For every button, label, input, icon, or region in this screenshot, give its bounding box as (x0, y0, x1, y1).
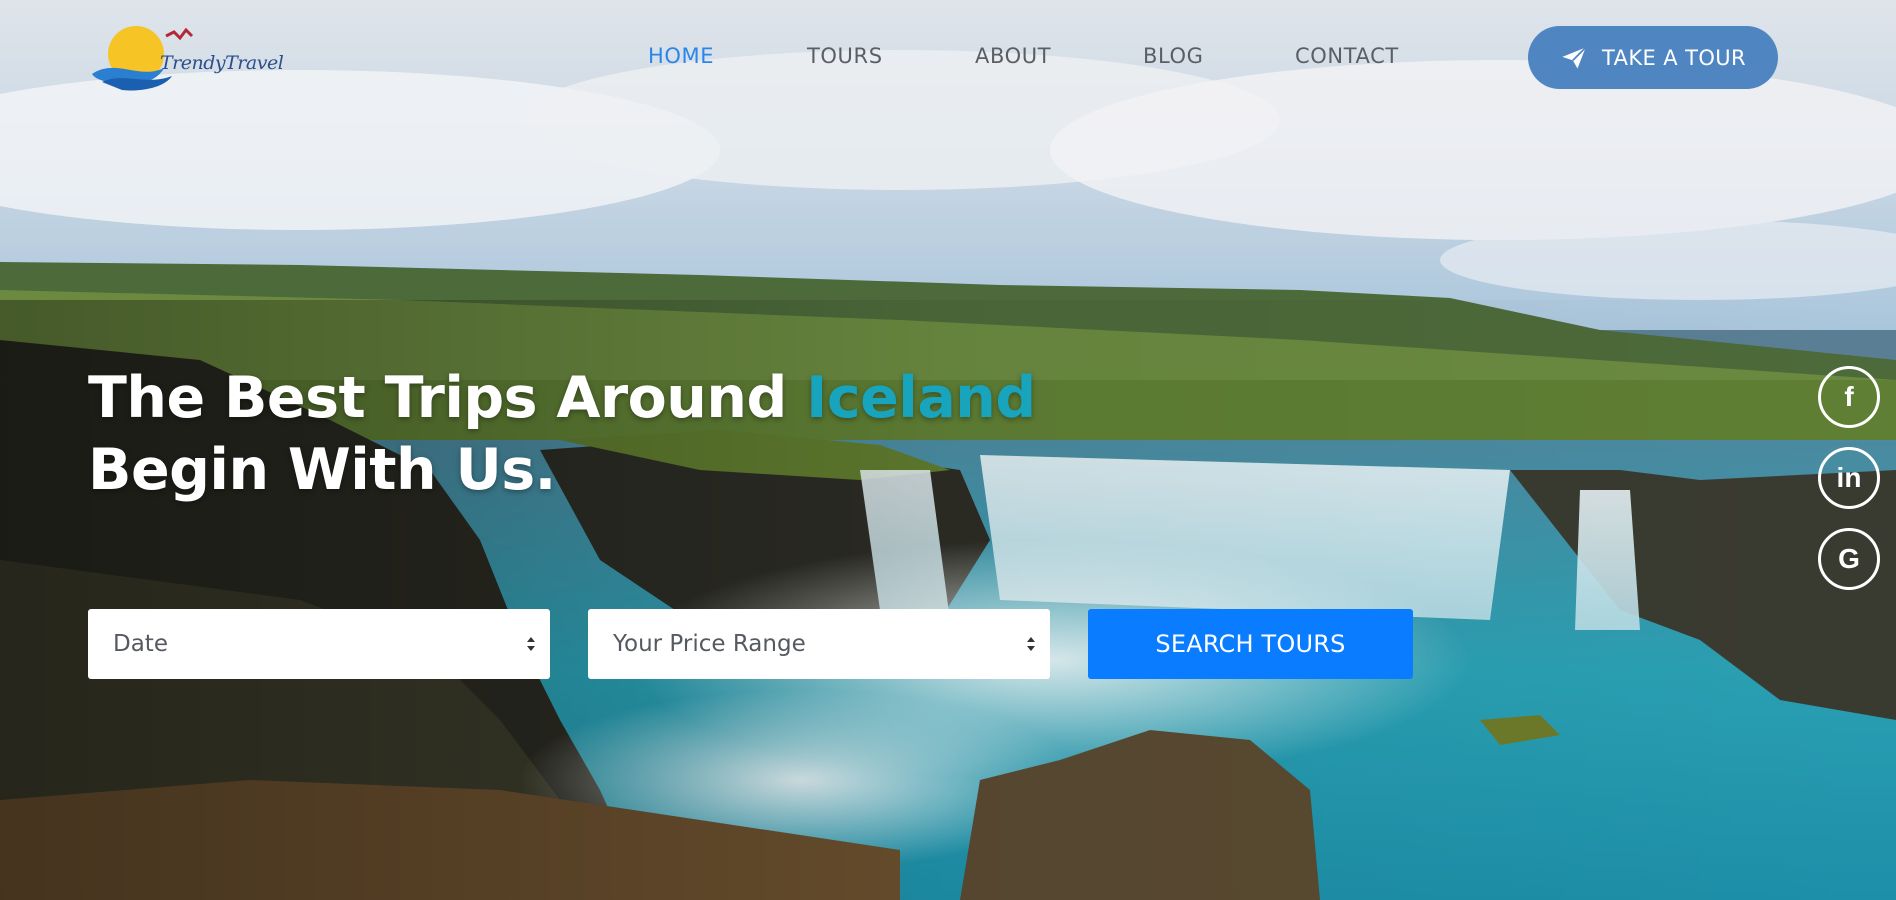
hero-section: TrendyTravel HOME TOURS ABOUT BLOG CONTA… (0, 0, 1896, 900)
nav-home[interactable]: HOME (648, 44, 714, 68)
nav-blog[interactable]: BLOG (1143, 44, 1204, 68)
headline-part1: The Best Trips Around (88, 365, 807, 431)
price-range-select[interactable]: Your Price Range (588, 609, 1050, 679)
select-arrows-icon (1027, 637, 1035, 651)
nav-contact[interactable]: CONTACT (1295, 44, 1399, 68)
headline-line2: Begin With Us. (88, 437, 556, 503)
search-tours-button[interactable]: SEARCH TOURS (1088, 609, 1413, 679)
linkedin-glyph: in (1836, 462, 1862, 493)
paper-plane-icon (1562, 46, 1587, 68)
headline-accent: Iceland (806, 365, 1036, 431)
google-icon[interactable]: G (1818, 528, 1880, 590)
brand-name: TrendyTravel (160, 52, 284, 74)
nav-tours[interactable]: TOURS (807, 44, 883, 68)
linkedin-icon[interactable]: in (1818, 447, 1880, 509)
nav-about[interactable]: ABOUT (975, 44, 1051, 68)
take-a-tour-label: TAKE A TOUR (1601, 45, 1747, 70)
facebook-icon[interactable]: f (1818, 366, 1880, 428)
hero-headline: The Best Trips Around Iceland Begin With… (88, 362, 1036, 506)
date-select-value: Date (113, 631, 168, 657)
take-a-tour-button[interactable]: TAKE A TOUR (1528, 26, 1778, 89)
google-glyph: G (1838, 543, 1860, 574)
brand-logo[interactable]: TrendyTravel (88, 22, 284, 92)
date-select[interactable]: Date (88, 609, 550, 679)
select-arrows-icon (527, 637, 535, 651)
price-select-value: Your Price Range (613, 631, 806, 657)
facebook-glyph: f (1844, 381, 1854, 412)
